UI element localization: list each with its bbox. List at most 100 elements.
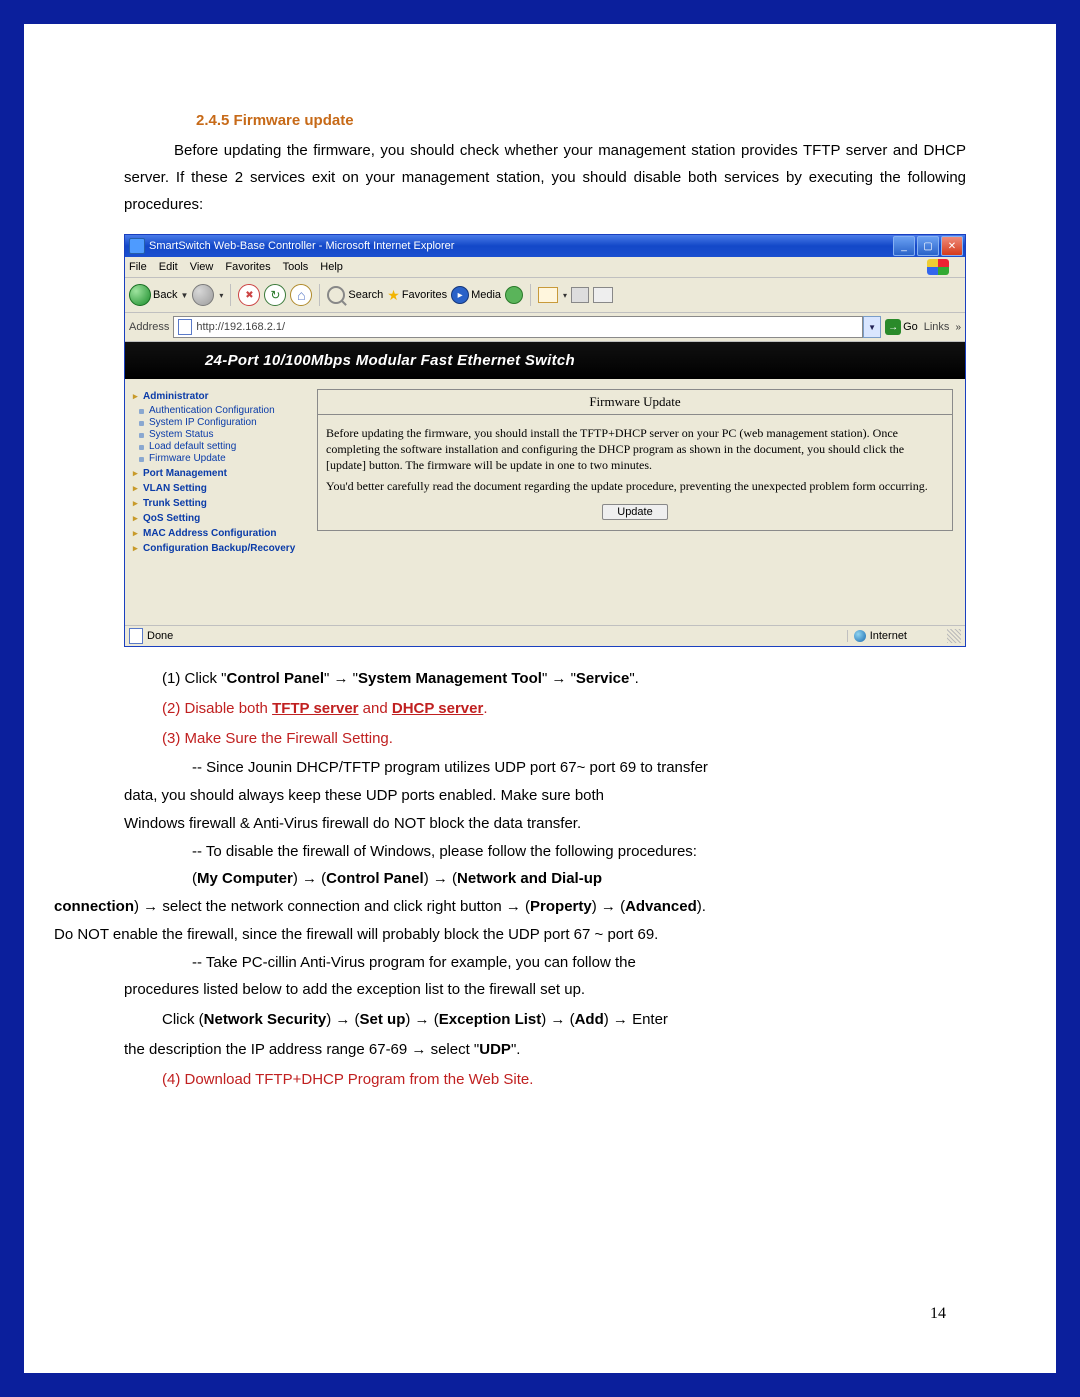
refresh-button[interactable]	[264, 284, 286, 306]
maximize-button[interactable]: ▢	[917, 236, 939, 256]
go-label: Go	[903, 321, 918, 333]
firmware-panel: Firmware Update Before updating the firm…	[317, 389, 953, 531]
sidebar-cat-mac[interactable]: MAC Address Configuration	[133, 528, 299, 539]
status-done: Done	[147, 630, 173, 642]
main-panel: Firmware Update Before updating the firm…	[305, 379, 965, 625]
home-button[interactable]	[290, 284, 312, 306]
browser-window: SmartSwitch Web-Base Controller - Micros…	[124, 234, 966, 647]
step-3h: the description the IP address range 67-…	[124, 1036, 966, 1064]
sidebar-cat-qos[interactable]: QoS Setting	[133, 513, 299, 524]
star-icon: ★	[387, 287, 400, 304]
panel-title: Firmware Update	[318, 390, 952, 415]
search-icon	[327, 286, 345, 304]
update-button[interactable]: Update	[602, 504, 667, 520]
menu-edit[interactable]: Edit	[159, 261, 178, 273]
menubar: File Edit View Favorites Tools Help	[125, 257, 965, 278]
intro-text: Before updating the firmware, you should…	[124, 142, 966, 213]
window-controls: _ ▢ ✕	[891, 236, 963, 256]
media-icon	[451, 286, 469, 304]
address-label: Address	[129, 321, 169, 333]
sidebar-item-status[interactable]: System Status	[149, 429, 299, 440]
close-button[interactable]: ✕	[941, 236, 963, 256]
forward-button[interactable]	[192, 284, 214, 306]
url-input[interactable]: http://192.168.2.1/	[173, 316, 863, 338]
url-dropdown[interactable]: ▼	[863, 316, 881, 338]
sidebar-item-firmware[interactable]: Firmware Update	[149, 453, 299, 464]
menu-tools[interactable]: Tools	[283, 261, 309, 273]
sidebar-cat-port[interactable]: Port Management	[133, 468, 299, 479]
favorites-label: Favorites	[402, 289, 447, 301]
status-zone: Internet	[847, 630, 947, 642]
page-content: 24-Port 10/100Mbps Modular Fast Ethernet…	[125, 342, 965, 625]
sidebar-item-default[interactable]: Load default setting	[149, 441, 299, 452]
page-number: 14	[930, 1305, 946, 1323]
history-button[interactable]	[505, 286, 523, 304]
stop-button[interactable]	[238, 284, 260, 306]
page-icon	[129, 628, 143, 644]
search-button[interactable]: Search	[327, 286, 383, 304]
step-3e: Do NOT enable the firewall, since the fi…	[54, 921, 966, 949]
mail-button[interactable]	[538, 287, 558, 303]
zone-label: Internet	[870, 630, 907, 642]
device-banner: 24-Port 10/100Mbps Modular Fast Ethernet…	[125, 342, 965, 379]
page-icon	[178, 319, 192, 335]
toolbar: Back▼ ▾ Search ★Favorites Media ▾	[125, 278, 965, 313]
step-3f-line2: procedures listed below to add the excep…	[124, 976, 966, 1004]
search-label: Search	[348, 289, 383, 301]
step-3f-line1: -- Take PC-cillin Anti-Virus program for…	[192, 949, 966, 977]
forward-icon	[192, 284, 214, 306]
menu-help[interactable]: Help	[320, 261, 343, 273]
titlebar: SmartSwitch Web-Base Controller - Micros…	[125, 235, 965, 257]
sidebar-item-auth[interactable]: Authentication Configuration	[149, 405, 299, 416]
step-3a-line2: data, you should always keep these UDP p…	[124, 782, 966, 810]
go-button[interactable]: →Go	[885, 319, 918, 335]
status-bar: Done Internet	[125, 625, 965, 646]
chevron-right-icon[interactable]: »	[955, 322, 961, 333]
step-2: (2) Disable both TFTP server and DHCP se…	[162, 695, 966, 723]
chevron-down-icon: ▼	[180, 291, 188, 300]
instructions: (1) Click "Control Panel" → "System Mana…	[124, 665, 966, 1093]
menu-favorites[interactable]: Favorites	[225, 261, 270, 273]
globe-icon	[854, 630, 866, 642]
url-text: http://192.168.2.1/	[196, 321, 285, 333]
chevron-down-icon: ▾	[219, 291, 223, 300]
edit-button[interactable]	[593, 287, 613, 303]
print-button[interactable]	[571, 287, 589, 303]
step-3: (3) Make Sure the Firewall Setting.	[162, 725, 966, 753]
favorites-button[interactable]: ★Favorites	[387, 287, 447, 304]
back-button[interactable]: Back▼	[129, 284, 188, 306]
address-bar: Address http://192.168.2.1/ ▼ →Go Links …	[125, 313, 965, 342]
sidebar: Administrator Authentication Configurati…	[125, 379, 305, 625]
step-3b: -- To disable the firewall of Windows, p…	[192, 838, 966, 866]
panel-body: Before updating the firmware, you should…	[318, 415, 952, 530]
sidebar-cat-administrator[interactable]: Administrator	[133, 391, 299, 402]
step-3a-line3: Windows firewall & Anti-Virus firewall d…	[124, 810, 966, 838]
step-1: (1) Click "Control Panel" → "System Mana…	[162, 665, 966, 693]
sidebar-cat-backup[interactable]: Configuration Backup/Recovery	[133, 543, 299, 554]
intro-paragraph: Before updating the firmware, you should…	[124, 137, 966, 218]
links-label[interactable]: Links	[924, 321, 950, 333]
back-label: Back	[153, 289, 177, 301]
panel-text-2: You'd better carefully read the document…	[326, 478, 944, 494]
menu-file[interactable]: File	[129, 261, 147, 273]
menu-view[interactable]: View	[190, 261, 214, 273]
media-label: Media	[471, 289, 501, 301]
section-heading: 2.4.5 Firmware update	[196, 112, 966, 129]
chevron-down-icon: ▾	[563, 291, 567, 300]
back-icon	[129, 284, 151, 306]
panel-text-1: Before updating the firmware, you should…	[326, 425, 944, 474]
minimize-button[interactable]: _	[893, 236, 915, 256]
resize-grip-icon[interactable]	[947, 629, 961, 643]
sidebar-item-ipconfig[interactable]: System IP Configuration	[149, 417, 299, 428]
sidebar-cat-vlan[interactable]: VLAN Setting	[133, 483, 299, 494]
step-3c: (My Computer) → (Control Panel) → (Netwo…	[192, 865, 966, 893]
window-title: SmartSwitch Web-Base Controller - Micros…	[149, 240, 454, 252]
step-3g: Click (Network Security) → (Set up) → (E…	[162, 1006, 966, 1034]
go-icon: →	[885, 319, 901, 335]
ie-logo-icon	[129, 238, 145, 254]
media-button[interactable]: Media	[451, 286, 501, 304]
sidebar-cat-trunk[interactable]: Trunk Setting	[133, 498, 299, 509]
step-4: (4) Download TFTP+DHCP Program from the …	[162, 1066, 966, 1094]
status-left: Done	[129, 628, 847, 644]
step-3d: connection) → select the network connect…	[54, 893, 966, 921]
